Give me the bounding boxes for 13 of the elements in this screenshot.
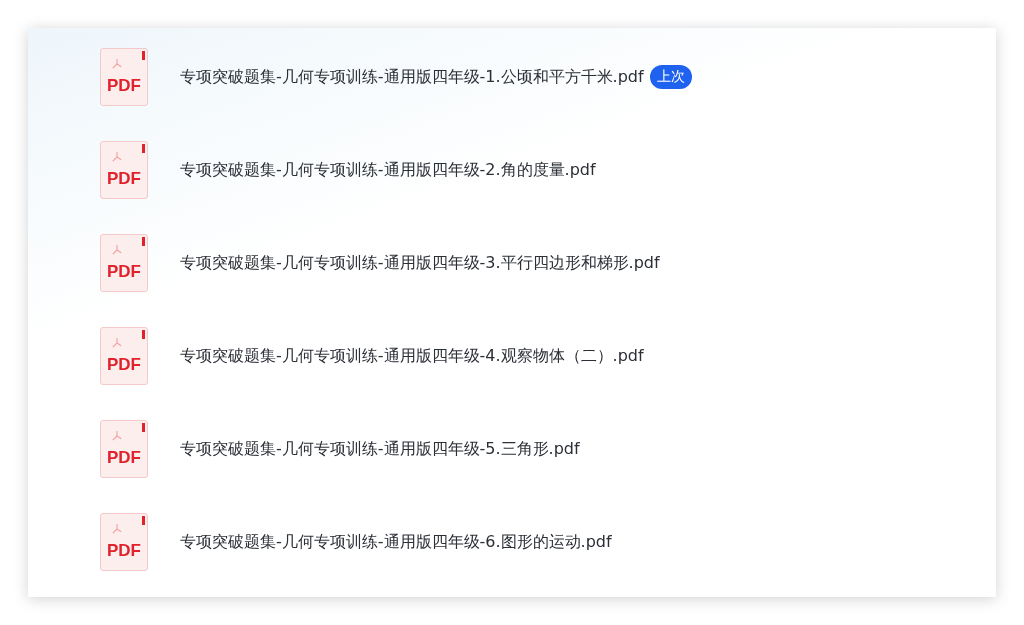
pdf-file-icon: PDF (100, 420, 148, 478)
pdf-file-icon: PDF (100, 327, 148, 385)
file-name[interactable]: 专项突破题集-几何专项训练-通用版四年级-2.角的度量.pdf (180, 159, 596, 181)
file-name[interactable]: 专项突破题集-几何专项训练-通用版四年级-1.公顷和平方千米.pdf (180, 66, 644, 88)
pdf-file-icon: PDF (100, 48, 148, 106)
last-opened-badge: 上次 (649, 65, 692, 89)
pdf-file-icon: PDF (100, 234, 148, 292)
file-name[interactable]: 专项突破题集-几何专项训练-通用版四年级-6.图形的运动.pdf (180, 531, 612, 553)
file-name[interactable]: 专项突破题集-几何专项训练-通用版四年级-4.观察物体（二）.pdf (180, 345, 644, 367)
file-name[interactable]: 专项突破题集-几何专项训练-通用版四年级-5.三角形.pdf (180, 438, 580, 460)
pdf-file-icon: PDF (100, 513, 148, 571)
file-name[interactable]: 专项突破题集-几何专项训练-通用版四年级-3.平行四边形和梯形.pdf (180, 252, 660, 274)
pdf-file-icon: PDF (100, 141, 148, 199)
